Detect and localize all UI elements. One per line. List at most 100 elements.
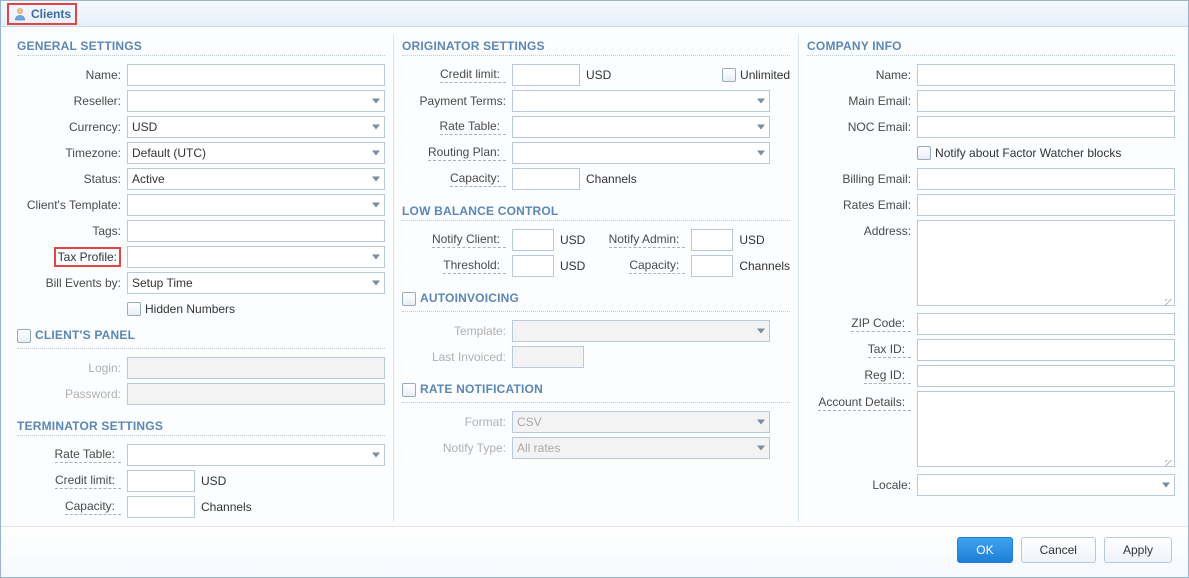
low-balance-heading: LOW BALANCE CONTROL xyxy=(402,204,790,221)
notify-admin-input[interactable] xyxy=(691,229,733,251)
bill-events-select[interactable]: Setup Time xyxy=(127,272,385,294)
chevron-down-icon xyxy=(757,329,765,334)
reg-id-input[interactable] xyxy=(917,365,1175,387)
chevron-down-icon xyxy=(757,99,765,104)
col-company: COMPANY INFO Name: Main Email: NOC Email… xyxy=(798,35,1183,522)
chevron-down-icon xyxy=(372,125,380,130)
routing-plan-select[interactable] xyxy=(512,142,770,164)
chevron-down-icon xyxy=(757,420,765,425)
hidden-numbers-checkbox[interactable] xyxy=(127,302,141,316)
unlimited-label: Unlimited xyxy=(740,68,790,82)
bill-events-label: Bill Events by: xyxy=(17,276,127,290)
cancel-button[interactable]: Cancel xyxy=(1021,537,1096,563)
term-capacity-input[interactable] xyxy=(127,496,195,518)
timezone-select[interactable]: Default (UTC) xyxy=(127,142,385,164)
chevron-down-icon xyxy=(372,177,380,182)
locale-select[interactable] xyxy=(917,474,1175,496)
login-label: Login: xyxy=(17,361,127,375)
chevron-down-icon xyxy=(372,203,380,208)
dialog-footer: OK Cancel Apply xyxy=(1,526,1188,577)
notify-factor-checkbox[interactable] xyxy=(917,146,931,160)
currency-label: Currency: xyxy=(17,120,127,134)
company-name-input[interactable] xyxy=(917,64,1175,86)
term-credit-limit-label: Credit limit: xyxy=(55,473,121,489)
address-label: Address: xyxy=(807,220,917,238)
lb-capacity-label: Capacity: xyxy=(629,258,685,274)
chevron-down-icon xyxy=(757,125,765,130)
payment-terms-label: Payment Terms: xyxy=(402,94,512,108)
billing-email-label: Billing Email: xyxy=(807,172,917,186)
name-input[interactable] xyxy=(127,64,385,86)
client-template-select[interactable] xyxy=(127,194,385,216)
lb-capacity-input[interactable] xyxy=(691,255,733,277)
chevron-down-icon xyxy=(372,281,380,286)
tags-label: Tags: xyxy=(17,224,127,238)
billing-email-input[interactable] xyxy=(917,168,1175,190)
orig-credit-limit-input[interactable] xyxy=(512,64,580,86)
term-rate-table-select[interactable] xyxy=(127,444,385,466)
rate-notification-checkbox[interactable] xyxy=(402,383,416,397)
last-invoiced-label: Last Invoiced: xyxy=(402,350,512,364)
threshold-input[interactable] xyxy=(512,255,554,277)
currency-select[interactable]: USD xyxy=(127,116,385,138)
term-capacity-suffix: Channels xyxy=(201,500,252,514)
term-rate-table-label: Rate Table: xyxy=(55,447,122,463)
orig-capacity-input[interactable] xyxy=(512,168,580,190)
last-invoiced-input[interactable] xyxy=(512,346,584,368)
rn-notify-type-label: Notify Type: xyxy=(402,441,512,455)
address-textarea[interactable] xyxy=(917,220,1175,306)
orig-rate-table-select[interactable] xyxy=(512,116,770,138)
apply-button[interactable]: Apply xyxy=(1104,537,1172,563)
noc-email-label: NOC Email: xyxy=(807,120,917,134)
clients-panel-heading: CLIENT'S PANEL xyxy=(35,328,135,344)
payment-terms-select[interactable] xyxy=(512,90,770,112)
reg-id-label: Reg ID: xyxy=(864,368,911,384)
col-originator: ORIGINATOR SETTINGS Credit limit: USD Un… xyxy=(393,35,798,522)
routing-plan-label: Routing Plan: xyxy=(428,145,506,161)
term-credit-limit-input[interactable] xyxy=(127,470,195,492)
reseller-select[interactable] xyxy=(127,90,385,112)
chevron-down-icon xyxy=(372,453,380,458)
unlimited-checkbox[interactable] xyxy=(722,68,736,82)
orig-capacity-label: Capacity: xyxy=(450,171,506,187)
clients-dialog: Clients GENERAL SETTINGS Name: Reseller:… xyxy=(0,0,1189,578)
ai-template-select[interactable] xyxy=(512,320,770,342)
status-select[interactable]: Active xyxy=(127,168,385,190)
locale-label: Locale: xyxy=(807,478,917,492)
orig-capacity-suffix: Channels xyxy=(586,172,637,186)
clients-panel-checkbox[interactable] xyxy=(17,329,31,343)
general-settings-heading: GENERAL SETTINGS xyxy=(17,39,385,56)
rates-email-label: Rates Email: xyxy=(807,198,917,212)
chevron-down-icon xyxy=(372,151,380,156)
rates-email-input[interactable] xyxy=(917,194,1175,216)
terminator-heading: TERMINATOR SETTINGS xyxy=(17,419,385,436)
noc-email-input[interactable] xyxy=(917,116,1175,138)
status-label: Status: xyxy=(17,172,127,186)
tax-profile-select[interactable] xyxy=(127,246,385,268)
tags-input[interactable] xyxy=(127,220,385,242)
login-input[interactable] xyxy=(127,357,385,379)
chevron-down-icon xyxy=(757,446,765,451)
tax-id-input[interactable] xyxy=(917,339,1175,361)
zip-code-input[interactable] xyxy=(917,313,1175,335)
chevron-down-icon xyxy=(757,151,765,156)
col-general: GENERAL SETTINGS Name: Reseller: Currenc… xyxy=(9,35,393,522)
account-details-textarea[interactable] xyxy=(917,391,1175,467)
main-email-label: Main Email: xyxy=(807,94,917,108)
rn-format-select[interactable]: CSV xyxy=(512,411,770,433)
company-info-heading: COMPANY INFO xyxy=(807,39,1175,56)
tax-profile-label: Tax Profile: xyxy=(54,247,121,267)
password-input[interactable] xyxy=(127,383,385,405)
reseller-label: Reseller: xyxy=(17,94,127,108)
term-credit-limit-suffix: USD xyxy=(201,474,226,488)
chevron-down-icon xyxy=(372,255,380,260)
rn-format-label: Format: xyxy=(402,415,512,429)
main-email-input[interactable] xyxy=(917,90,1175,112)
titlebar: Clients xyxy=(1,1,1188,27)
autoinvoicing-checkbox[interactable] xyxy=(402,292,416,306)
notify-client-input[interactable] xyxy=(512,229,554,251)
client-template-label: Client's Template: xyxy=(17,198,127,212)
notify-admin-suffix: USD xyxy=(739,233,764,247)
ok-button[interactable]: OK xyxy=(957,537,1012,563)
rn-notify-type-select[interactable]: All rates xyxy=(512,437,770,459)
